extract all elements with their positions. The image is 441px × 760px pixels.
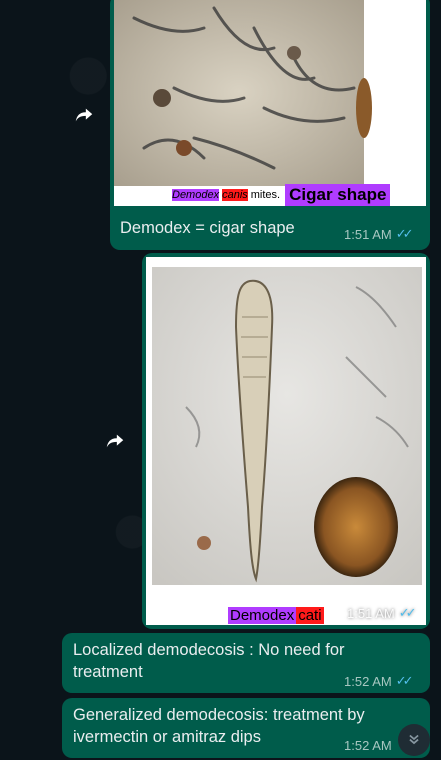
double-check-icon: ✓✓ [395,673,414,688]
message-time-3: 1:52 AM ✓✓ [344,673,414,689]
message-time-2: 1:51 AM ✓✓ [347,605,417,621]
micrograph-demodex-cati-image [152,267,422,585]
scroll-to-bottom-button[interactable] [398,724,430,756]
timestamp: 1:51 AM [344,226,392,242]
timestamp: 1:52 AM [344,673,392,689]
forward-icon[interactable] [104,430,126,452]
image-label-row: Demodex canis mites. Cigar shape [172,184,391,206]
message-bubble-3[interactable]: Localized demodecosis : No need for trea… [62,633,430,693]
label-demodex: Demodex [228,607,297,624]
message-bubble-2[interactable]: Demodex cati 1:51 AM ✓✓ [142,253,430,629]
timestamp: 1:51 AM [347,605,395,621]
double-check-icon: ✓✓ [395,226,414,241]
label-species-genus: Demodex [172,189,220,201]
message-image-2[interactable]: Demodex cati [146,257,426,625]
message-image-1[interactable]: Demodex canis mites. Cigar shape [114,0,426,206]
message-caption-1: Demodex = cigar shape [120,219,295,237]
message-bubble-1[interactable]: Demodex canis mites. Cigar shape Demodex… [110,0,430,250]
image-label-row-2: Demodex cati [228,607,324,624]
micrograph-mites-image [114,0,426,186]
label-species-name: canis [222,189,248,201]
double-check-icon: ✓✓ [398,605,417,620]
message-time-1: 1:51 AM ✓✓ [344,226,414,242]
message-bubble-4[interactable]: Generalized demodecosis: treatment by iv… [62,698,430,758]
message-time-4: 1:52 AM [344,738,392,753]
label-cigar-shape: Cigar shape [285,184,391,206]
forward-icon[interactable] [73,104,95,126]
label-cati: cati [296,607,324,624]
chevron-double-down-icon [407,732,421,749]
label-suffix: mites. [250,189,281,201]
timestamp: 1:52 AM [344,738,392,753]
